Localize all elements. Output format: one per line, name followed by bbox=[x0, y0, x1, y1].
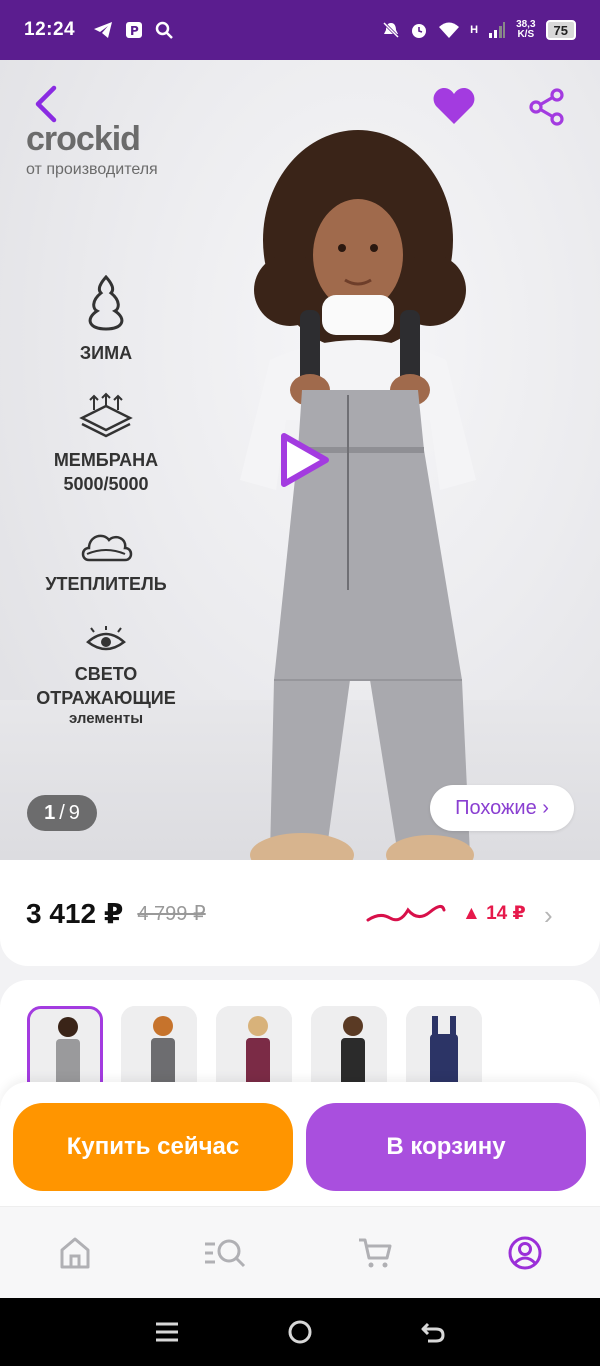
signal-icon bbox=[489, 22, 506, 38]
svg-text:P: P bbox=[130, 24, 139, 38]
old-price: 4 799 ₽ bbox=[137, 902, 206, 925]
cloud-insulation-icon bbox=[81, 534, 133, 562]
search-icon bbox=[155, 21, 173, 39]
brand-logo: crockid от производителя bbox=[26, 120, 158, 179]
status-time: 12:24 bbox=[24, 19, 76, 40]
telegram-icon bbox=[94, 22, 113, 38]
feature-reflective: СВЕТО ОТРАЖАЮЩИЕ элементы bbox=[6, 626, 206, 727]
heart-icon bbox=[433, 88, 475, 124]
nav-catalog[interactable] bbox=[195, 1223, 255, 1283]
catalog-search-icon bbox=[205, 1239, 246, 1267]
brand-name: crockid bbox=[26, 120, 141, 158]
brand-subtitle: от производителя bbox=[26, 161, 158, 178]
add-to-cart-button[interactable]: В корзину bbox=[306, 1103, 586, 1191]
buy-now-button[interactable]: Купить сейчас bbox=[13, 1103, 293, 1191]
share-button[interactable] bbox=[528, 88, 566, 126]
price-history-chart[interactable] bbox=[366, 900, 446, 928]
nav-home[interactable] bbox=[45, 1223, 105, 1283]
profile-icon bbox=[508, 1236, 542, 1269]
system-navigation bbox=[0, 1298, 600, 1366]
chevron-right-icon[interactable]: › bbox=[544, 900, 553, 931]
play-icon bbox=[281, 433, 329, 487]
home-icon bbox=[60, 1237, 90, 1268]
home-system-button[interactable] bbox=[280, 1312, 320, 1352]
price-card: 3 412 ₽ 4 799 ₽ ▲ 14 ₽ › bbox=[0, 860, 600, 966]
recent-apps-icon bbox=[155, 1322, 178, 1342]
alarm-icon bbox=[412, 24, 427, 38]
feature-membrane: МЕМБРАНА 5000/5000 bbox=[6, 392, 206, 496]
feature-winter: ЗИМА bbox=[6, 275, 206, 365]
price-change: ▲ 14 ₽ bbox=[462, 903, 526, 924]
home-circle-icon bbox=[288, 1320, 312, 1344]
nav-cart[interactable] bbox=[345, 1223, 405, 1283]
image-counter: 1/9 bbox=[27, 795, 97, 831]
share-icon bbox=[529, 88, 564, 126]
product-image-gallery[interactable]: crockid от производителя ЗИМА МЕМБРАНА 5… bbox=[0, 60, 600, 860]
product-photo bbox=[240, 130, 476, 860]
feature-insulation: УТЕПЛИТЕЛЬ bbox=[6, 526, 206, 596]
nav-profile[interactable] bbox=[495, 1223, 555, 1283]
mute-icon bbox=[383, 21, 400, 39]
back-button[interactable] bbox=[28, 84, 68, 124]
cart-icon bbox=[359, 1238, 392, 1267]
bottom-navigation bbox=[0, 1206, 600, 1298]
recent-apps-button[interactable] bbox=[147, 1312, 187, 1352]
favorite-button[interactable] bbox=[432, 86, 476, 126]
back-system-button[interactable] bbox=[413, 1312, 453, 1352]
network-type: H bbox=[470, 24, 479, 36]
snow-tree-icon bbox=[88, 275, 124, 331]
network-speed: 38,3 K/S bbox=[516, 19, 536, 40]
back-icon bbox=[421, 1322, 445, 1343]
battery-icon: 75 bbox=[545, 20, 576, 40]
wifi-icon bbox=[439, 22, 460, 38]
similar-products-button[interactable]: Похожие › bbox=[430, 785, 574, 831]
play-video-button[interactable] bbox=[276, 430, 332, 490]
current-price: 3 412 ₽ bbox=[26, 897, 124, 929]
eye-icon bbox=[86, 626, 126, 651]
purchase-actions: Купить сейчас В корзину bbox=[0, 1082, 600, 1206]
status-bar: 12:24 P H 38,3 K/S 75 bbox=[0, 0, 600, 60]
membrane-icon bbox=[79, 392, 133, 438]
parking-app-icon: P bbox=[126, 22, 143, 38]
back-arrow-icon bbox=[35, 85, 57, 123]
